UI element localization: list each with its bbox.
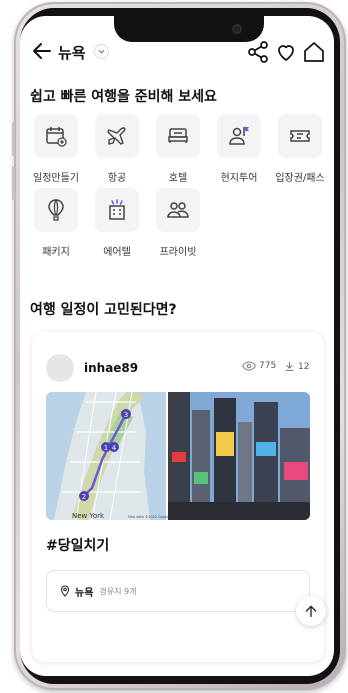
category-hotels[interactable]: 호텔 — [146, 114, 210, 184]
private-people-icon — [167, 202, 189, 218]
home-icon[interactable] — [302, 40, 326, 64]
calendar-plus-icon — [46, 127, 67, 147]
feed-title: 여행 일정이 고민된다면? — [30, 302, 177, 318]
heart-icon[interactable] — [274, 40, 298, 64]
downloads-count: 12 — [284, 361, 309, 372]
share-icon[interactable] — [246, 40, 270, 64]
volume-up-button — [12, 122, 15, 156]
map-marker-2: 2 — [82, 493, 86, 501]
route-map-and-photo: 3 1 4 2 New York Map data ©2022 Google — [46, 392, 310, 520]
route-city: 뉴욕 — [75, 587, 94, 599]
trip-hashtag[interactable]: #당일치기 — [46, 535, 109, 555]
category-flights[interactable]: 항공 — [85, 114, 149, 184]
front-camera — [232, 24, 242, 34]
map-city-label: New York — [72, 512, 105, 520]
back-arrow-icon[interactable] — [30, 39, 54, 63]
map-attribution: Map data ©2022 Google — [128, 515, 170, 519]
avatar[interactable] — [46, 354, 74, 382]
map-marker-1: 1 — [104, 444, 108, 452]
bed-icon — [168, 128, 188, 143]
top-bar: 뉴욕 — [20, 36, 334, 70]
location-pin-icon — [60, 585, 70, 597]
app-screen: 뉴욕 쉽고 빠른 여행을 준비해 보세요 일정만들기 항공 호텔 현지투어 입장… — [20, 16, 334, 676]
map-marker-4: 4 — [112, 444, 117, 452]
category-packages[interactable]: 패키지 — [24, 188, 88, 258]
tour-guide-icon — [229, 127, 249, 145]
scroll-top-button[interactable] — [296, 596, 326, 626]
airplane-icon — [107, 127, 126, 145]
chevron-down-icon[interactable] — [94, 44, 109, 59]
category-airtel[interactable]: 에어텔 — [85, 188, 149, 258]
map-marker-3: 3 — [124, 411, 128, 419]
planner-title: 쉽고 빠른 여행을 준비해 보세요 — [30, 89, 217, 105]
views-count: 775 — [242, 361, 276, 371]
city-title[interactable]: 뉴욕 — [58, 42, 86, 63]
arrow-up-icon — [305, 605, 317, 617]
ticket-icon — [290, 130, 310, 142]
category-tickets[interactable]: 입장권/패스 — [268, 114, 332, 184]
username[interactable]: inhae89 — [84, 361, 138, 375]
itinerary-photos[interactable]: 3 1 4 2 New York Map data ©2022 Google — [46, 392, 310, 520]
route-summary[interactable]: 뉴욕 경유지 9개 — [46, 570, 310, 612]
route-stops: 경유지 9개 — [99, 586, 137, 596]
itinerary-card[interactable]: inhae89 775 12 3 1 4 2 New York Map data… — [32, 332, 324, 662]
volume-down-button — [12, 166, 15, 200]
category-local-tours[interactable]: 현지투어 — [207, 114, 271, 184]
category-itinerary[interactable]: 일정만들기 — [24, 114, 88, 184]
eye-icon — [242, 361, 256, 371]
hot-air-balloon-icon — [48, 199, 64, 221]
download-icon — [285, 362, 294, 371]
airtel-building-icon — [109, 199, 125, 220]
category-private[interactable]: 프라이빗 — [146, 188, 210, 258]
